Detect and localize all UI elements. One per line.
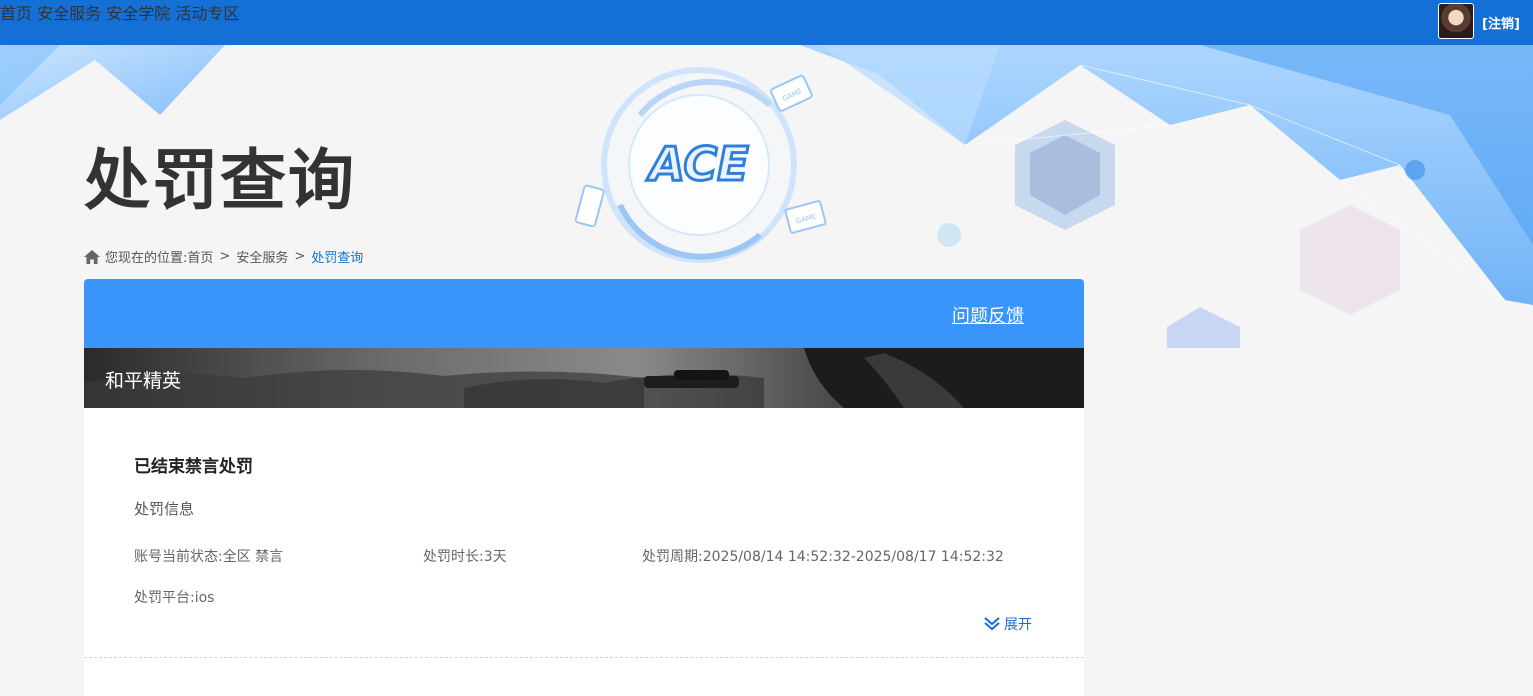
punishment-record: 已结束禁言处罚 处罚信息 账号当前状态:全区 禁言 处罚时长:3天 处罚周期:2…: [84, 408, 1084, 696]
nav-item-security-service[interactable]: 安全服务: [37, 4, 101, 23]
punishment-platform: 处罚平台:ios: [134, 590, 215, 606]
card-header: 问题反馈: [84, 279, 1084, 348]
punishment-status-title: 已结束禁言处罚: [134, 457, 253, 477]
expand-button[interactable]: 展开: [984, 614, 1032, 634]
logout-link[interactable]: [注销]: [1482, 13, 1520, 32]
nav-item-activity-zone[interactable]: 活动专区: [175, 4, 239, 23]
divider: [84, 657, 1084, 658]
breadcrumb-item-home[interactable]: 首页: [187, 247, 213, 266]
home-icon: [84, 249, 100, 264]
punishment-duration: 处罚时长:3天: [423, 549, 507, 565]
chevron-double-down-icon: [984, 617, 1000, 631]
punishment-period: 处罚周期:2025/08/14 14:52:32-2025/08/17 14:5…: [642, 549, 1004, 565]
punishment-info-label: 处罚信息: [134, 500, 195, 518]
game-name: 和平精英: [105, 370, 182, 392]
page-title: 处罚查询: [84, 142, 356, 219]
ace-logo: ACE: [646, 137, 748, 191]
avatar[interactable]: [1438, 3, 1474, 39]
expand-label: 展开: [1004, 617, 1032, 633]
breadcrumb-item-security-service[interactable]: 安全服务: [236, 247, 288, 266]
game-banner-artwork: [84, 348, 1084, 408]
breadcrumb: 您现在的位置: 首页 > 安全服务 > 处罚查询: [84, 247, 363, 266]
game-banner: 和平精英: [84, 348, 1084, 408]
breadcrumb-item-current: 处罚查询: [311, 251, 364, 266]
feedback-link[interactable]: 问题反馈: [952, 302, 1024, 328]
top-navigation-bar: 首页 安全服务 安全学院 活动专区 [注销]: [0, 0, 1533, 45]
breadcrumb-separator: >: [219, 249, 231, 264]
nav-item-security-academy[interactable]: 安全学院: [106, 4, 170, 23]
breadcrumb-separator: >: [294, 249, 306, 264]
nav-item-home[interactable]: 首页: [0, 4, 32, 23]
breadcrumb-prefix: 您现在的位置:: [105, 251, 188, 266]
account-status: 账号当前状态:全区 禁言: [134, 549, 284, 565]
